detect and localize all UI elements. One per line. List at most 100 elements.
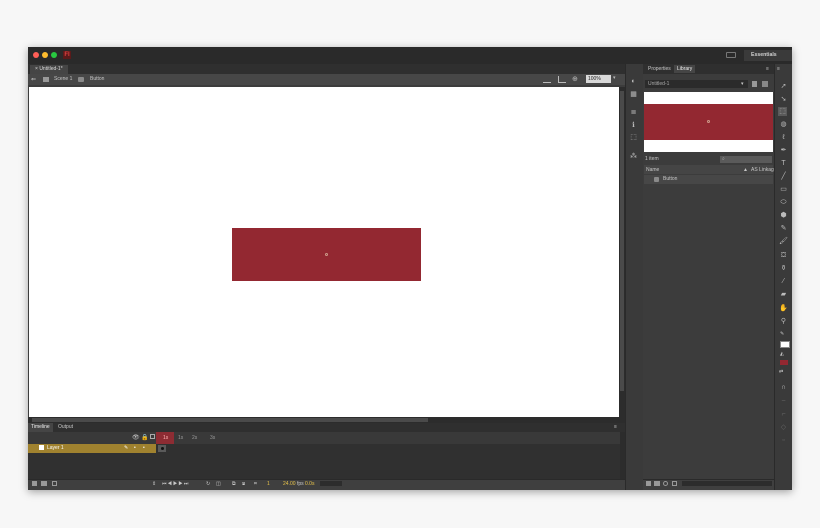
- symbol-properties-icon[interactable]: [663, 481, 668, 486]
- oval-tool-icon[interactable]: ⬭: [779, 198, 788, 207]
- workspace-switcher[interactable]: Essentials: [744, 50, 792, 61]
- frames-row[interactable]: [156, 444, 620, 453]
- library-document-select[interactable]: Untitled-1: [645, 80, 748, 88]
- delete-symbol-icon[interactable]: [672, 481, 677, 486]
- library-search-input[interactable]: [720, 156, 772, 163]
- new-layer-icon[interactable]: [32, 481, 37, 486]
- timeline-horizontal-scrollbar[interactable]: [320, 481, 342, 486]
- paint-bucket-icon[interactable]: ⛋: [779, 251, 788, 260]
- title-bar: [28, 47, 792, 64]
- loop-icon[interactable]: ↻: [206, 480, 210, 488]
- stroke-color-swatch[interactable]: [780, 341, 790, 348]
- eraser-icon[interactable]: ▰: [779, 290, 788, 299]
- library-dropdown-chevron-icon[interactable]: ▾: [741, 80, 744, 88]
- edit-symbols-icon[interactable]: [558, 76, 566, 83]
- zoom-tool-icon[interactable]: ⚲: [779, 317, 788, 326]
- tab-output[interactable]: Output: [55, 423, 76, 432]
- sort-icon[interactable]: ▲: [743, 167, 748, 173]
- document-tab-label: Untitled-1*: [39, 66, 63, 72]
- new-symbol-icon[interactable]: [646, 481, 651, 486]
- timeline-tabs-bar: [28, 423, 625, 432]
- smooth-icon[interactable]: ~: [779, 397, 788, 406]
- align-panel-icon[interactable]: ≣: [629, 108, 638, 117]
- frame-rate[interactable]: 24.00: [283, 480, 296, 488]
- pen-icon[interactable]: ✒: [779, 146, 788, 155]
- stroke-color-pencil-icon: ✎: [780, 331, 785, 337]
- document-tab[interactable]: × Untitled-1*: [30, 65, 68, 74]
- onion-skin-icon[interactable]: ◫: [216, 480, 221, 488]
- color-panel-icon[interactable]: ◐: [629, 77, 638, 86]
- frame-label-1s: 1s: [178, 435, 184, 441]
- show-hide-layers-icon[interactable]: 👁: [132, 434, 140, 441]
- edit-scene-icon[interactable]: [543, 76, 551, 83]
- layer-name[interactable]: Layer 1: [47, 444, 64, 453]
- modify-markers-icon[interactable]: ⌗: [254, 480, 257, 488]
- tab-properties[interactable]: Properties: [645, 65, 674, 73]
- info-panel-icon[interactable]: ℹ: [629, 121, 638, 130]
- column-name[interactable]: Name: [646, 167, 659, 173]
- library-horizontal-scrollbar[interactable]: [682, 481, 772, 486]
- hand-tool-icon[interactable]: ✋: [779, 304, 788, 313]
- new-library-panel-icon[interactable]: [762, 81, 768, 87]
- tools-collapse-icon[interactable]: ≡: [777, 66, 780, 73]
- swatches-panel-icon[interactable]: ▦: [629, 90, 638, 99]
- back-arrow-icon[interactable]: ⇐: [31, 76, 36, 83]
- line-tool-icon[interactable]: ╱: [779, 172, 788, 181]
- edit-multiple-frames-icon[interactable]: ⧈: [242, 480, 245, 488]
- ink-bottle-icon[interactable]: ⚱: [779, 264, 788, 273]
- elapsed-time: 0.0s: [305, 481, 315, 487]
- new-folder-icon[interactable]: [41, 481, 47, 486]
- tool-option-4-icon[interactable]: ▫: [779, 436, 788, 445]
- snap-to-objects-icon[interactable]: ∩: [779, 383, 788, 392]
- rectangle-tool-icon[interactable]: ▭: [779, 185, 788, 194]
- text-tool-icon[interactable]: T: [779, 159, 788, 168]
- free-transform-icon[interactable]: ⬚: [778, 107, 787, 116]
- subselection-arrow-icon[interactable]: ➘: [779, 95, 788, 104]
- preview-registration-icon: [707, 120, 710, 123]
- components-panel-icon[interactable]: ⁂: [629, 152, 638, 161]
- zoom-dropdown-chevron-icon[interactable]: ▾: [613, 75, 616, 81]
- onion-skin-outlines-icon[interactable]: ⧉: [232, 480, 236, 488]
- transform-panel-icon[interactable]: ⬚: [629, 133, 638, 142]
- fill-color-swatch[interactable]: [780, 360, 788, 365]
- close-window-button[interactable]: [33, 52, 39, 58]
- 3d-rotation-icon[interactable]: ◍: [779, 120, 788, 129]
- library-panel-menu-icon[interactable]: ≡: [766, 65, 769, 73]
- app-logo: Fl: [63, 51, 71, 59]
- pencil-tool-icon[interactable]: ✎: [779, 224, 788, 233]
- breadcrumb-symbol[interactable]: Button: [90, 76, 104, 83]
- center-stage-icon[interactable]: ⊕: [572, 75, 578, 83]
- tool-option-3-icon[interactable]: ◇: [779, 423, 788, 432]
- minimize-window-button[interactable]: [42, 52, 48, 58]
- layer-lock-dot-icon[interactable]: •: [143, 444, 145, 453]
- new-library-folder-icon[interactable]: [654, 481, 660, 486]
- column-as-linkage[interactable]: AS Linkag: [751, 167, 774, 173]
- stage-horizontal-scroll-thumb[interactable]: [32, 418, 428, 422]
- tab-timeline[interactable]: Timeline: [28, 423, 53, 432]
- breadcrumb-scene[interactable]: Scene 1: [54, 76, 72, 83]
- playback-controls[interactable]: ⏮◀▶▶⏭: [162, 480, 189, 488]
- tab-library[interactable]: Library: [674, 65, 696, 73]
- brush-tool-icon[interactable]: 🖌: [779, 237, 788, 246]
- delete-layer-icon[interactable]: [52, 481, 57, 486]
- library-item-count: 1 item: [645, 156, 659, 162]
- edit-layer-pencil-icon[interactable]: ✎: [124, 444, 128, 453]
- zoom-select[interactable]: 100%: [586, 75, 611, 83]
- sync-settings-icon[interactable]: [726, 52, 736, 58]
- stage-vertical-scroll-thumb[interactable]: [620, 91, 624, 391]
- outline-layers-icon[interactable]: [150, 434, 155, 439]
- current-frame[interactable]: 1: [267, 480, 270, 488]
- pin-library-icon[interactable]: [752, 81, 757, 87]
- straighten-icon[interactable]: ⌐: [779, 410, 788, 419]
- polystar-tool-icon[interactable]: ⬢: [779, 211, 788, 220]
- library-item-name[interactable]: Button: [663, 176, 677, 183]
- lasso-icon[interactable]: ℓ: [779, 133, 788, 142]
- zoom-window-button[interactable]: [51, 52, 57, 58]
- center-frame-icon[interactable]: ⇕: [152, 480, 156, 488]
- panel-menu-icon[interactable]: ≡: [614, 423, 617, 432]
- swap-colors-icon[interactable]: ⇄: [779, 369, 783, 376]
- eyedropper-icon[interactable]: ⁄: [779, 277, 788, 286]
- lock-layers-icon[interactable]: 🔒: [141, 434, 148, 441]
- selection-arrow-icon[interactable]: ➚: [779, 82, 788, 91]
- layer-visible-dot-icon[interactable]: •: [134, 444, 136, 453]
